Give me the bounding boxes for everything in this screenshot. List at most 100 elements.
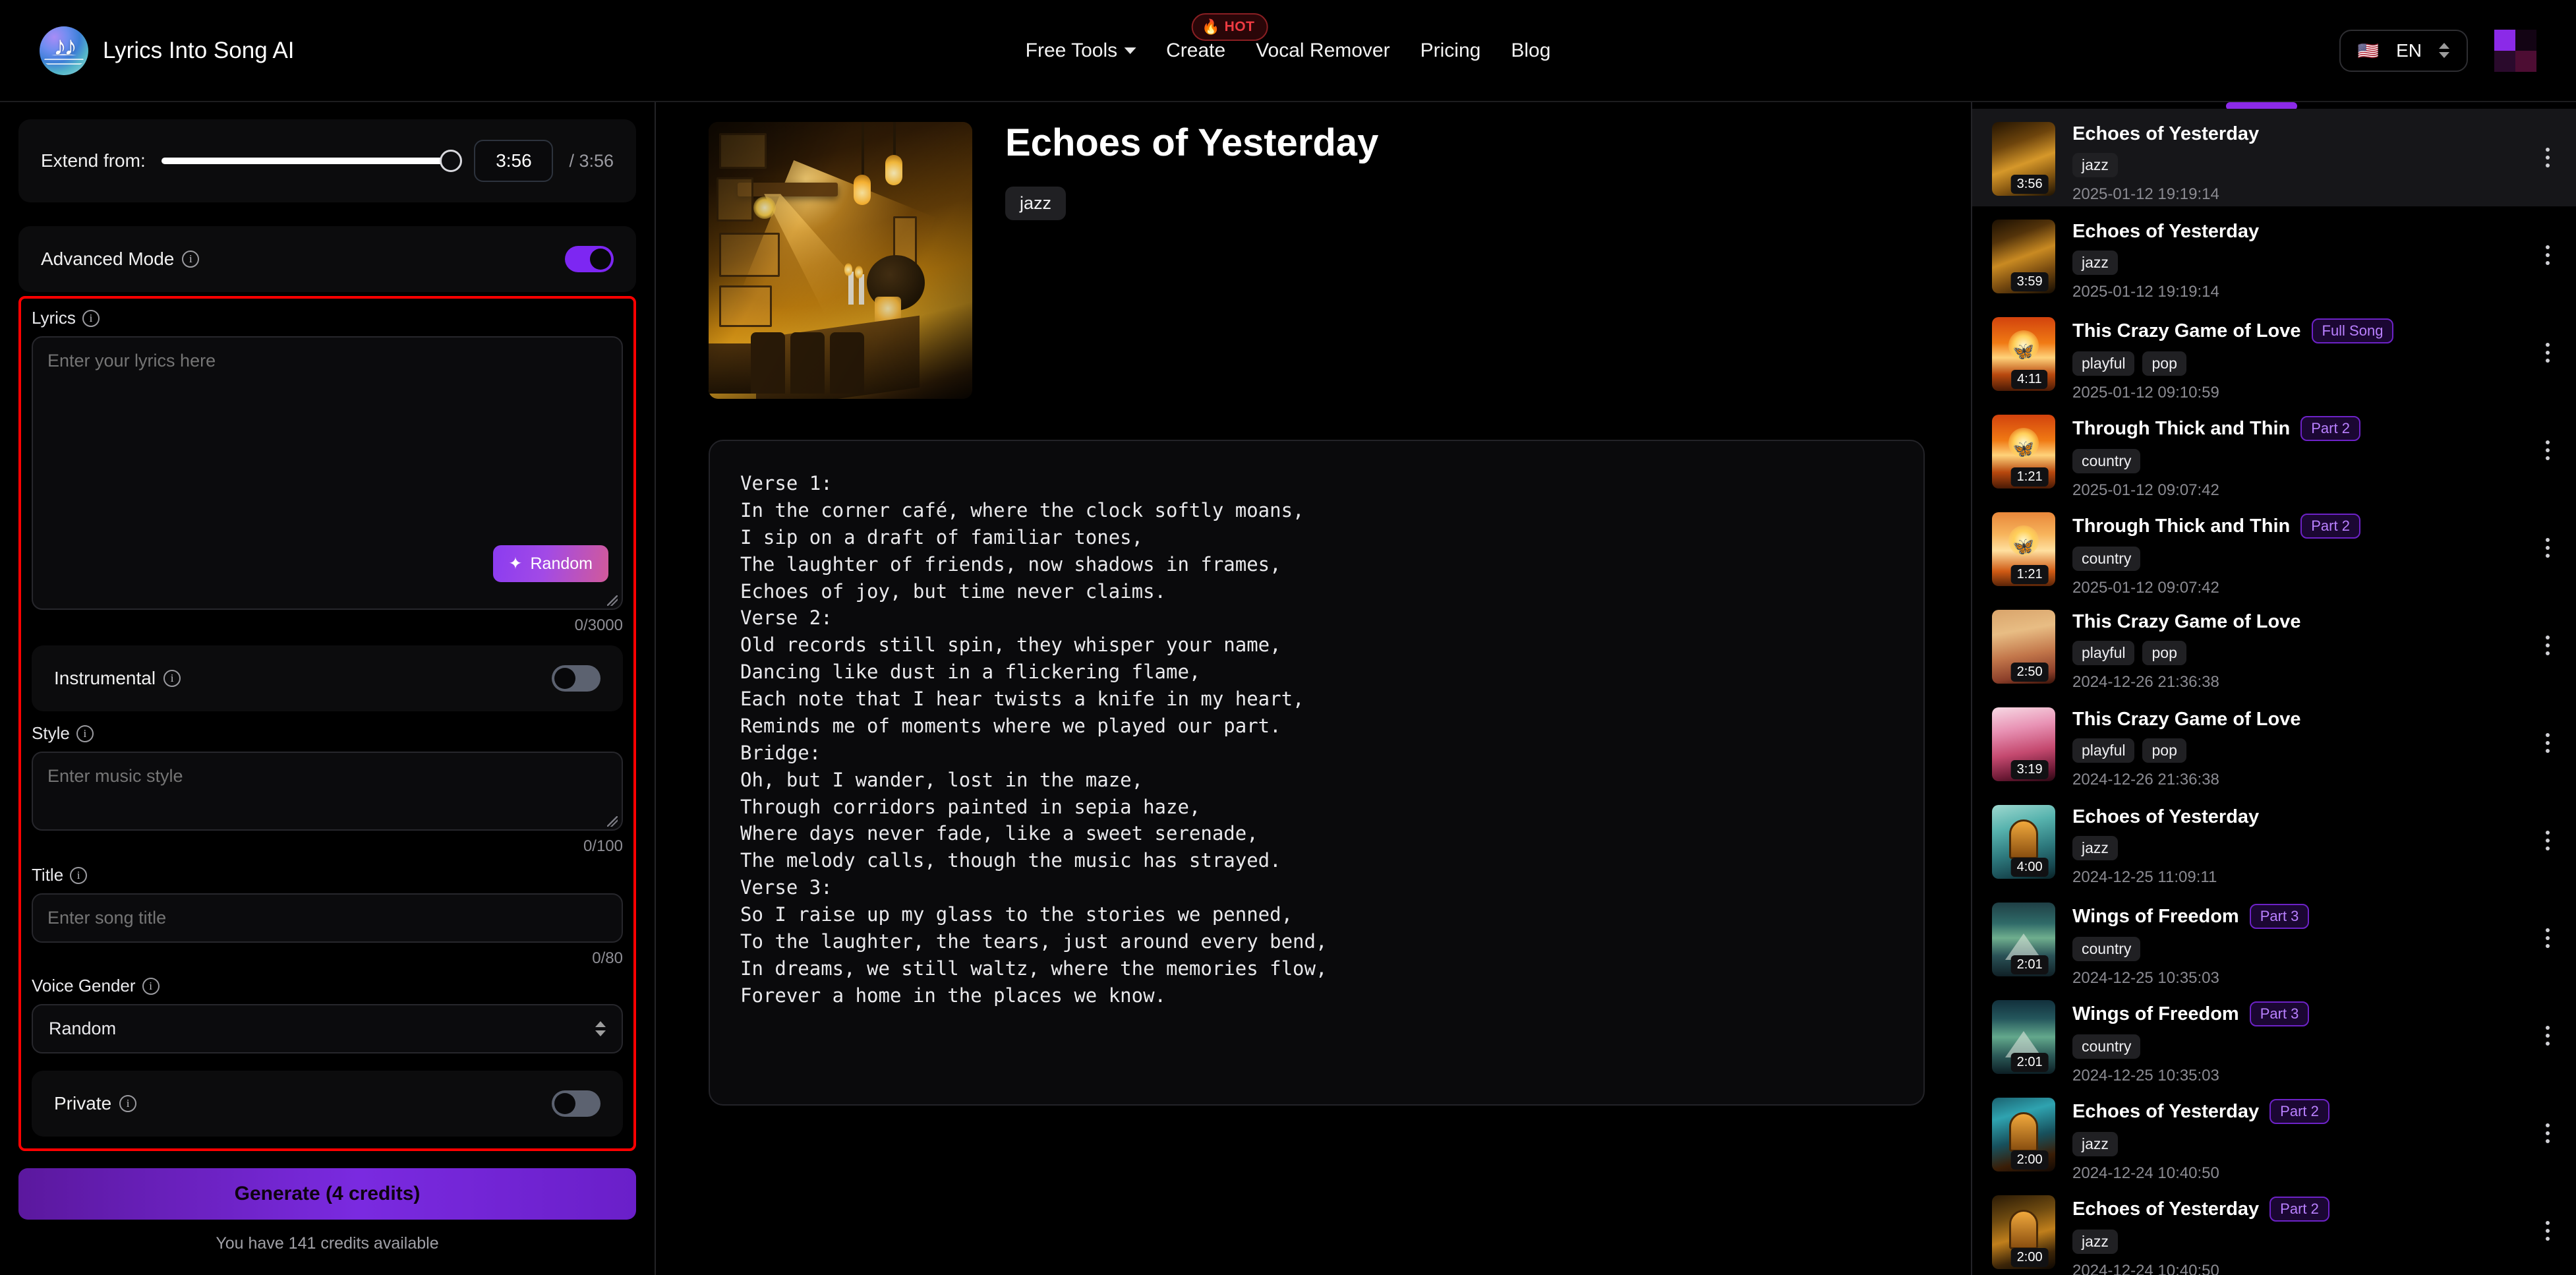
info-icon[interactable]: i — [182, 251, 200, 268]
nav-item-blog[interactable]: Blog — [1511, 40, 1550, 62]
song-list-item[interactable]: 3:56 Echoes of Yesterday jazz 2025-01-12 19… — [1972, 109, 2576, 206]
title-label-text: Title — [32, 865, 64, 885]
nav-label-pricing: Pricing — [1420, 39, 1481, 61]
song-list-item[interactable]: 2:00 Echoes of Yesterday Part 2 jazz 2024-12… — [1972, 1182, 2576, 1275]
info-icon[interactable]: i — [70, 866, 88, 884]
more-options-icon[interactable] — [2546, 1123, 2550, 1143]
song-list-item[interactable]: 🦋 1:21 Through Thick and Thin Part 2 country… — [1972, 401, 2576, 499]
advanced-mode-toggle[interactable] — [565, 246, 614, 272]
app-root: ♪♪ Lyrics Into Song AI Free Tools 🔥 HOT … — [0, 0, 2576, 1275]
slider-knob[interactable] — [440, 150, 463, 172]
lyrics-text: Verse 1: In the corner café, where the c… — [740, 472, 1328, 1007]
song-title: Echoes of Yesterday — [2072, 1100, 2260, 1122]
song-part-badge: Full Song — [2311, 318, 2394, 343]
more-options-icon[interactable] — [2546, 538, 2550, 558]
song-list-item[interactable]: 🦋 4:11 This Crazy Game of Love Full Song pla… — [1972, 304, 2576, 401]
song-list-item[interactable]: 2:00 Echoes of Yesterday Part 2 jazz 2024-12… — [1972, 1084, 2576, 1182]
more-options-icon[interactable] — [2546, 831, 2550, 850]
song-timestamp: 2024-12-25 10:35:03 — [2072, 1067, 2219, 1084]
song-list: 3:56 Echoes of Yesterday jazz 2025-01-12 19… — [1972, 109, 2576, 1275]
song-tag: country — [2072, 1034, 2141, 1059]
song-tag: playful — [2072, 641, 2135, 665]
extend-from-slider[interactable] — [161, 150, 463, 172]
nav-item-vocal-remover[interactable]: Vocal Remover — [1256, 40, 1390, 62]
style-input[interactable] — [32, 752, 623, 831]
song-timestamp: 2024-12-25 11:09:11 — [2072, 868, 2217, 886]
song-tag: jazz — [2072, 251, 2118, 275]
song-list-item[interactable]: 3:19 This Crazy Game of Love playful pop 202… — [1972, 694, 2576, 792]
more-options-icon[interactable] — [2546, 636, 2550, 655]
song-duration: 3:56 — [2010, 175, 2049, 194]
song-list-item[interactable]: 3:59 Echoes of Yesterday jazz 2025-01-12 19… — [1972, 206, 2576, 304]
nav-item-free-tools[interactable]: Free Tools — [1026, 40, 1136, 62]
song-tag-list: jazz — [2072, 836, 2558, 860]
song-row-main: Through Thick and Thin Part 2 country 2025-… — [2072, 512, 2558, 597]
more-options-icon[interactable] — [2546, 1026, 2550, 1046]
song-row-main: Echoes of Yesterday jazz 2025-01-12 19:19:… — [2072, 220, 2558, 301]
private-toggle[interactable] — [552, 1090, 600, 1117]
song-list-item[interactable]: 🦋 1:21 Through Thick and Thin Part 2 country… — [1972, 499, 2576, 597]
info-icon[interactable]: i — [163, 670, 181, 687]
nav-label-vocal-remover: Vocal Remover — [1256, 39, 1390, 61]
song-duration: 2:50 — [2010, 663, 2049, 682]
song-list-item[interactable]: 2:01 Wings of Freedom Part 3 country 2024-12… — [1972, 987, 2576, 1084]
more-options-icon[interactable] — [2546, 440, 2550, 460]
generate-button[interactable]: Generate (4 credits) — [18, 1168, 636, 1220]
song-timestamp: 2024-12-24 10:40:50 — [2072, 1164, 2219, 1182]
song-duration: 2:00 — [2010, 1150, 2049, 1170]
nav-item-pricing[interactable]: Pricing — [1420, 40, 1481, 62]
song-thumbnail: 🦋 1:21 — [1992, 415, 2055, 489]
flame-icon: 🔥 — [1202, 18, 1220, 35]
random-lyrics-button[interactable]: ✦ Random — [492, 545, 608, 582]
instrumental-toggle[interactable] — [552, 665, 600, 692]
song-tag: jazz — [2072, 153, 2118, 177]
song-tag-list: jazz — [2072, 1132, 2558, 1156]
song-list-item[interactable]: 2:50 This Crazy Game of Love playful pop 202… — [1972, 597, 2576, 694]
style-counter: 0/100 — [583, 837, 623, 855]
header-right-cluster: 🇺🇸 EN — [2339, 29, 2536, 72]
more-options-icon[interactable] — [2546, 343, 2550, 363]
style-label: Style i — [32, 723, 623, 744]
song-row-main: This Crazy Game of Love Full Song playful p… — [2072, 317, 2558, 402]
lyrics-label: Lyrics i — [32, 308, 623, 328]
music-note-logo-icon: ♪♪ — [40, 26, 88, 75]
info-icon[interactable]: i — [119, 1095, 137, 1112]
song-tag: jazz — [2072, 836, 2118, 860]
style-label-text: Style — [32, 723, 70, 743]
info-icon[interactable]: i — [82, 309, 100, 327]
song-part-badge: Part 2 — [2269, 1099, 2329, 1124]
private-card: Private i — [32, 1071, 623, 1137]
voice-gender-select[interactable]: Random — [32, 1004, 623, 1053]
more-options-icon[interactable] — [2546, 928, 2550, 948]
song-part-badge: Part 2 — [2269, 1197, 2329, 1222]
title-input[interactable] — [32, 893, 623, 943]
song-meta: Echoes of Yesterday jazz — [1005, 122, 1378, 220]
avatar[interactable] — [2494, 29, 2536, 72]
credits-available-note: You have 141 credits available — [216, 1234, 439, 1253]
song-title: Echoes of Yesterday — [2072, 806, 2260, 827]
song-part-badge: Part 2 — [2300, 514, 2360, 539]
private-label: Private i — [54, 1093, 137, 1114]
song-duration: 3:19 — [2010, 760, 2049, 779]
song-list-item[interactable]: 2:01 Wings of Freedom Part 3 country 2024-12… — [1972, 889, 2576, 987]
song-tag-list: playful pop — [2072, 738, 2558, 763]
song-library-sidebar[interactable]: 3:56 Echoes of Yesterday jazz 2025-01-12 19… — [1971, 102, 2576, 1275]
nav-item-create[interactable]: Create — [1166, 40, 1225, 62]
more-options-icon[interactable] — [2546, 1221, 2550, 1241]
song-title: Wings of Freedom — [2072, 905, 2239, 927]
brand-logo[interactable]: ♪♪ Lyrics Into Song AI — [40, 26, 295, 75]
more-options-icon[interactable] — [2546, 245, 2550, 265]
hot-badge-label: HOT — [1224, 18, 1255, 34]
song-row-main: Echoes of Yesterday Part 2 jazz 2024-12-24 … — [2072, 1195, 2558, 1275]
more-options-icon[interactable] — [2546, 148, 2550, 167]
song-title: This Crazy Game of Love — [2072, 611, 2301, 632]
more-options-icon[interactable] — [2546, 733, 2550, 753]
info-icon[interactable]: i — [76, 725, 94, 742]
song-title: Echoes of Yesterday — [2072, 123, 2260, 144]
song-tag-list: country — [2072, 547, 2558, 571]
brand-name: Lyrics Into Song AI — [103, 37, 295, 63]
extend-time-input[interactable]: 3:56 — [474, 140, 554, 182]
song-list-item[interactable]: 4:00 Echoes of Yesterday jazz 2024-12-25 11… — [1972, 792, 2576, 889]
info-icon[interactable]: i — [142, 977, 160, 995]
language-selector[interactable]: 🇺🇸 EN — [2339, 29, 2468, 72]
